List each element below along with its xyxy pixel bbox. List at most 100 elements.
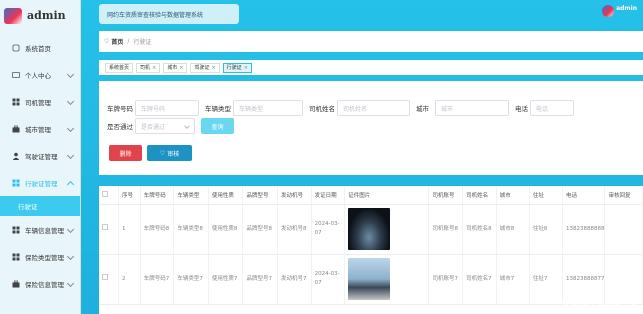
home-icon xyxy=(12,44,20,52)
sidebar-item-label: 个人中心 xyxy=(25,71,51,80)
sidebar-item-insurance-types[interactable]: 保险类型管理 xyxy=(0,243,80,270)
grid-icon xyxy=(12,179,20,187)
chevron-down-icon xyxy=(66,252,75,261)
type-input[interactable]: 车辆类型 xyxy=(233,100,303,116)
sidebar-item-label: 保险类型管理 xyxy=(25,253,64,262)
driver-name-input[interactable]: 司机姓名 xyxy=(337,100,410,116)
car-image[interactable] xyxy=(348,258,391,300)
delete-button[interactable]: 删除 xyxy=(109,145,142,161)
user-menu[interactable]: admin xyxy=(602,5,637,17)
sidebar-item-insurance-info[interactable]: 保险信息管理 xyxy=(0,270,80,297)
avatar xyxy=(602,5,615,17)
driver-name-label: 司机姓名 xyxy=(309,105,335,113)
chevron-down-icon xyxy=(66,124,75,133)
sidebar-item-vehicle-license[interactable]: 行驶证管理 xyxy=(0,169,80,196)
audit-select[interactable]: 是否通过 xyxy=(135,118,195,134)
chevron-down-icon xyxy=(66,225,75,234)
sidebar-item-cities[interactable]: 城市管理 xyxy=(0,115,80,142)
select-all-checkbox[interactable] xyxy=(102,190,108,197)
logo-icon xyxy=(4,7,22,24)
watermark: CSDN @全侍程序毕设 xyxy=(555,300,637,309)
type-label: 车辆类型 xyxy=(205,105,231,113)
sidebar-item-label: 保险信息管理 xyxy=(25,280,64,289)
audit-label: 是否通过 xyxy=(107,123,133,131)
breadcrumb-current: 行驶证 xyxy=(133,39,152,46)
phone-label: 电话 xyxy=(515,105,528,113)
city-label: 城市 xyxy=(416,105,429,113)
tab-cities[interactable]: 城市 × xyxy=(163,62,188,73)
user-icon xyxy=(12,152,20,160)
brand-name: admin xyxy=(27,9,66,22)
sidebar-item-label: 城市管理 xyxy=(25,125,51,134)
sidebar-item-home[interactable]: 系统首页 xyxy=(0,34,80,61)
briefcase-icon xyxy=(12,280,20,288)
chevron-up-icon xyxy=(66,180,75,189)
close-icon[interactable]: × xyxy=(152,65,156,71)
table-header-row: 序号 车牌号码 车辆类型 使用性质 品牌型号 发动机号 发证日期 证件图片 司机… xyxy=(99,186,643,205)
search-button[interactable]: 查询 xyxy=(201,118,234,134)
col-header: 序号 xyxy=(118,186,141,205)
col-header: 司机账号 xyxy=(428,186,464,205)
plate-label: 车牌号码 xyxy=(107,105,133,113)
col-header: 审核回复 xyxy=(604,186,643,205)
row-checkbox[interactable] xyxy=(102,224,108,230)
car-image[interactable] xyxy=(348,208,391,250)
col-header: 使用性质 xyxy=(208,186,244,205)
col-header: 发证日期 xyxy=(311,186,346,205)
sidebar-item-vehicles[interactable]: 车辆信息管理 xyxy=(0,216,80,243)
col-header: 城市 xyxy=(496,186,530,205)
tab-home[interactable]: 系统首页 xyxy=(105,62,134,73)
chevron-down-icon xyxy=(66,279,75,288)
user-name: admin xyxy=(616,5,637,12)
tab-drivers[interactable]: 司机 × xyxy=(136,62,161,73)
grid-icon xyxy=(12,98,20,106)
brand: admin xyxy=(0,0,80,31)
grid-icon xyxy=(12,226,20,234)
col-header: 车牌号码 xyxy=(140,186,175,205)
plate-input[interactable]: 车牌号码 xyxy=(135,100,199,116)
col-header: 证件图片 xyxy=(344,186,430,205)
sidebar-item-label: 行驶证管理 xyxy=(25,179,58,188)
id-card-icon xyxy=(12,71,20,79)
chevron-down-icon xyxy=(66,151,75,160)
close-icon[interactable]: × xyxy=(244,65,248,71)
sidebar-item-label: 司机管理 xyxy=(25,98,51,107)
close-icon[interactable]: × xyxy=(211,65,215,71)
sidebar-subitem-vehicle-license[interactable]: 行驶证 xyxy=(0,196,80,216)
col-header: 电话 xyxy=(562,186,606,205)
filter-panel: 车牌号码 车牌号码 车辆类型 车辆类型 司机姓名 司机姓名 城市 城市 电话 电… xyxy=(99,81,643,175)
col-header: 司机姓名 xyxy=(462,186,497,205)
col-header: 住址 xyxy=(529,186,563,205)
close-icon[interactable]: × xyxy=(179,65,183,71)
chevron-down-icon xyxy=(66,97,75,106)
grid-icon xyxy=(12,253,20,261)
topbar: 网约车资质审查核验与数据管理系统 admin xyxy=(81,0,643,31)
row-checkbox[interactable] xyxy=(102,274,108,280)
sidebar-item-label: 车辆信息管理 xyxy=(25,226,64,235)
sidebar-menu: 系统首页 个人中心 司机管理 城市管理 驾驶证管理 行驶证管理 行驶证 车辆信息… xyxy=(0,34,80,297)
sidebar: admin 系统首页 个人中心 司机管理 城市管理 驾驶证管理 行驶证管理 行驶… xyxy=(0,0,81,314)
sidebar-item-drivers[interactable]: 司机管理 xyxy=(0,88,80,115)
col-header: 品牌型号 xyxy=(242,186,279,205)
sidebar-item-label: 驾驶证管理 xyxy=(25,152,58,161)
briefcase-icon xyxy=(12,125,20,133)
audit-button[interactable]: ♡ 审核 xyxy=(147,145,192,161)
col-header: 车辆类型 xyxy=(173,186,209,205)
tab-driving-license[interactable]: 驾驶证 × xyxy=(190,62,220,73)
col-header: 发动机号 xyxy=(277,186,312,205)
heart-icon: ♡ xyxy=(104,38,110,45)
breadcrumb: ♡ 首页 / 行驶证 xyxy=(99,31,643,52)
chevron-down-icon xyxy=(66,70,75,79)
heart-icon: ♡ xyxy=(159,149,166,157)
sidebar-item-profile[interactable]: 个人中心 xyxy=(0,61,80,88)
table-row: 1 车牌号码8 车辆类型8 使用性质8 品牌型号8 发动机号8 2024-03-… xyxy=(99,204,643,255)
tab-vehicle-license[interactable]: 行驶证 × xyxy=(222,62,252,73)
data-table: 序号 车牌号码 车辆类型 使用性质 品牌型号 发动机号 发证日期 证件图片 司机… xyxy=(99,186,643,314)
main-area: 网约车资质审查核验与数据管理系统 admin ♡ 首页 / 行驶证 系统首页 司… xyxy=(81,0,643,314)
city-input[interactable]: 城市 xyxy=(435,100,509,116)
tabs-bar: 系统首页 司机 × 城市 × 驾驶证 × 行驶证 × xyxy=(99,60,643,75)
phone-input[interactable]: 电话 xyxy=(530,100,574,116)
sidebar-item-driving-license[interactable]: 驾驶证管理 xyxy=(0,142,80,169)
system-title: 网约车资质审查核验与数据管理系统 xyxy=(99,4,239,24)
breadcrumb-home[interactable]: 首页 xyxy=(111,37,123,46)
